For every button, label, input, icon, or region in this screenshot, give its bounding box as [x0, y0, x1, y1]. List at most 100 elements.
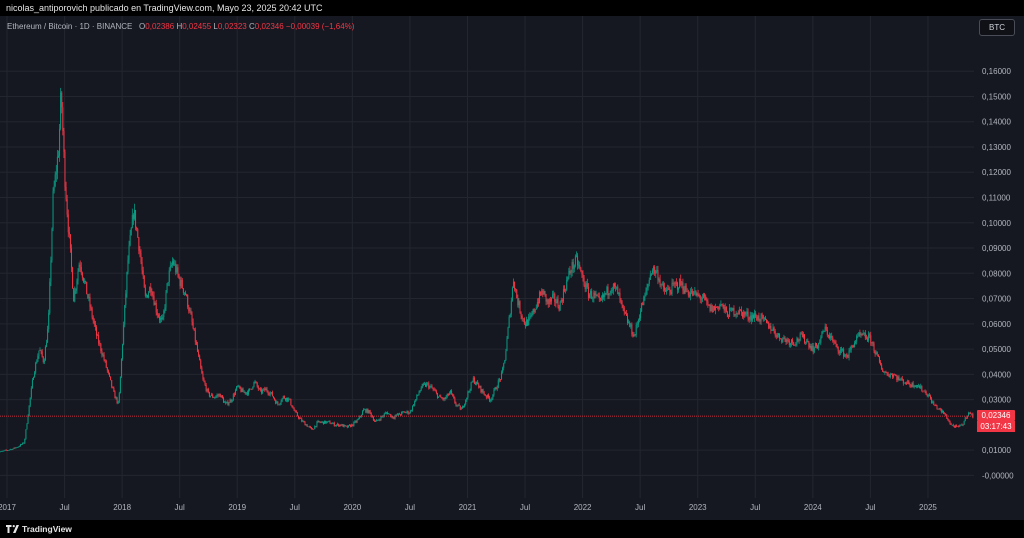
candle-body	[41, 351, 43, 357]
candle-body	[819, 342, 821, 344]
candle-body	[542, 290, 544, 295]
candle-body	[779, 333, 781, 339]
candle-body	[809, 345, 811, 348]
candle-body	[61, 92, 63, 108]
candle-body	[750, 315, 752, 321]
candle-body	[179, 278, 181, 287]
candle-body	[857, 336, 859, 337]
candle-body	[855, 341, 857, 344]
candle-body	[469, 390, 471, 392]
candle-body	[607, 286, 609, 296]
candle-body	[72, 267, 74, 289]
candle-body	[870, 335, 872, 344]
y-tick-label: 0,13000	[982, 143, 1011, 152]
candle-body	[322, 421, 324, 424]
y-tick-label: -0,00000	[982, 471, 1014, 480]
candle-body	[659, 279, 661, 286]
candle-body	[192, 322, 194, 329]
candle-body	[668, 288, 670, 290]
candle-body	[408, 413, 410, 414]
candle-body	[275, 400, 277, 404]
candle-body	[767, 321, 769, 323]
candle-body	[428, 383, 430, 389]
candle-body	[886, 372, 888, 374]
candle-body	[808, 341, 810, 348]
candle-body	[818, 343, 820, 349]
candle-body	[929, 395, 931, 399]
y-tick-label: 0,09000	[982, 244, 1011, 253]
candle-body	[180, 279, 182, 287]
candle-body	[804, 334, 806, 343]
candle-body	[330, 423, 332, 425]
candle-body	[38, 350, 40, 357]
candle-body	[50, 260, 52, 282]
candle-body	[802, 334, 804, 338]
candle-body	[130, 227, 132, 235]
candle-body	[785, 338, 787, 343]
candle-body	[561, 299, 563, 302]
candle-body	[906, 383, 908, 385]
candle-body	[780, 338, 782, 340]
candle-body	[375, 421, 377, 422]
candle-body	[691, 290, 693, 293]
candle-body	[567, 277, 569, 281]
candle-body	[213, 397, 215, 399]
candle-body	[331, 423, 333, 425]
candle-body	[701, 298, 703, 300]
candle-body	[169, 265, 171, 271]
candle-body	[738, 309, 740, 314]
candle-body	[304, 421, 306, 426]
candle-body	[610, 290, 612, 294]
currency-button[interactable]: BTC	[979, 19, 1015, 36]
candle-body	[706, 300, 708, 302]
candle-body	[549, 299, 551, 302]
candle-body	[591, 291, 593, 299]
candle-body	[903, 382, 905, 384]
candle-body	[380, 416, 382, 421]
candle-body	[19, 444, 21, 447]
x-tick-label: Jul	[635, 503, 645, 512]
candle-body	[890, 374, 892, 375]
candle-body	[266, 388, 268, 392]
candle-body	[62, 107, 64, 132]
candle-body	[671, 282, 673, 294]
candle-body	[851, 345, 853, 347]
candle-body	[852, 346, 854, 347]
candle-body	[838, 351, 840, 354]
tradingview-logo-icon[interactable]	[6, 525, 20, 533]
y-tick-label: 0,11000	[982, 194, 1011, 203]
candle-body	[200, 360, 202, 368]
candle-body	[584, 285, 586, 289]
candle-body	[251, 388, 253, 390]
candle-body	[597, 295, 599, 297]
candle-body	[916, 385, 918, 387]
candle-body	[868, 334, 870, 341]
candle-body	[317, 420, 319, 423]
candle-body	[635, 324, 637, 335]
candle-body	[358, 416, 360, 419]
candle-body	[324, 420, 326, 424]
candle-body	[943, 410, 945, 414]
tradingview-brand[interactable]: TradingView	[22, 520, 72, 538]
candle-body	[40, 350, 42, 352]
candle-body	[843, 349, 845, 357]
candle-body	[823, 331, 825, 333]
candle-body	[600, 299, 602, 300]
candle-body	[766, 319, 768, 323]
candle-body	[376, 419, 378, 422]
candle-body	[965, 417, 967, 419]
candle-body	[522, 318, 524, 320]
candle-body	[637, 319, 639, 325]
candle-body	[8, 450, 10, 451]
candle-body	[482, 389, 484, 393]
candle-body	[764, 317, 766, 320]
candle-body	[13, 447, 15, 449]
price-chart[interactable]: 0,16000 0,15000 0,14000 0,13000 0,12000 0,110…	[0, 16, 1024, 520]
candle-body	[270, 392, 272, 393]
candle-body	[935, 405, 937, 406]
candle-body	[700, 299, 702, 300]
candle-body	[80, 267, 82, 273]
candle-body	[242, 388, 244, 393]
candle-body	[6, 450, 8, 451]
y-tick-label: 0,06000	[982, 320, 1011, 329]
